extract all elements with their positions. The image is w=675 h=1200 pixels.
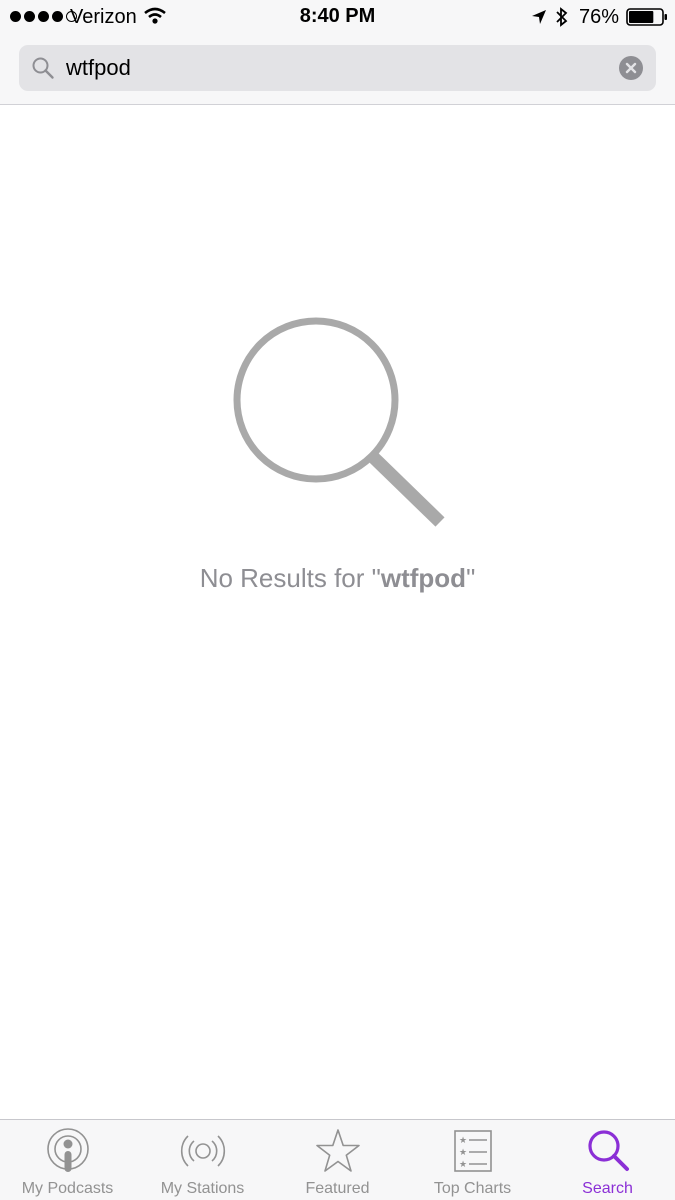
podcasts-search-screen: Verizon 8:40 PM 76% wtfpod No Results fo… [0,0,675,1200]
no-results-suffix: " [466,563,476,593]
tab-label: My Stations [160,1180,245,1197]
bluetooth-icon [556,7,568,27]
tab-search[interactable]: Search [540,1120,675,1200]
no-results-message: No Results for "wtfpod" [0,563,675,594]
clear-search-button[interactable] [619,56,643,80]
podcast-icon [47,1128,89,1172]
status-time: 8:40 PM [299,5,376,27]
svg-text:★: ★ [459,1148,467,1158]
tab-featured[interactable]: Featured [270,1120,405,1200]
search-icon [32,57,54,79]
radio-waves-icon [180,1135,226,1167]
search-icon [588,1130,629,1171]
svg-text:★: ★ [459,1160,467,1170]
tab-label: Top Charts [433,1180,512,1197]
battery-percentage: 76% [579,6,620,28]
tab-label: My Podcasts [21,1180,114,1197]
list-icon: ★ ★ ★ [454,1130,492,1172]
battery-icon [626,8,667,26]
tab-my-podcasts[interactable]: My Podcasts [0,1120,135,1200]
close-icon [625,62,637,74]
large-magnifier-icon [233,317,445,527]
star-icon [316,1129,360,1172]
no-results-query: wtfpod [380,563,467,593]
svg-text:★: ★ [459,1136,467,1146]
location-arrow-icon [532,10,546,24]
tab-top-charts[interactable]: ★ ★ ★ Top Charts [405,1120,540,1200]
search-input[interactable] [66,52,606,84]
tab-label: Search [582,1180,633,1197]
status-bar: Verizon 8:40 PM 76% [0,0,675,34]
search-header [0,34,675,105]
tab-bar: My Podcasts My Stations Featured ★ ★ ★ T… [0,1119,675,1200]
tab-my-stations[interactable]: My Stations [135,1120,270,1200]
search-field[interactable] [19,45,656,91]
no-results-prefix: No Results for " [199,563,381,593]
tab-label: Featured [305,1180,370,1197]
